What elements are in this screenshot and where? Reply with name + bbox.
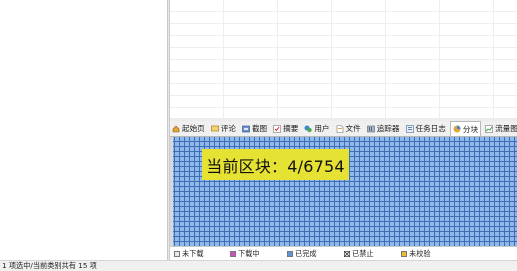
block-map[interactable]: 当前区块：4/6754	[170, 137, 517, 246]
tab-label: 追踪器	[376, 124, 400, 133]
tab-start-page[interactable]: 起始页	[170, 122, 207, 135]
user-icon	[304, 125, 313, 133]
legend-downloading: 下载中	[230, 249, 287, 259]
blocks-icon	[453, 125, 461, 133]
status-text: 1 项选中/当前类别共有 15 项	[2, 261, 97, 270]
legend-unverified: 未校验	[401, 249, 458, 259]
legend-swatch	[287, 251, 293, 257]
tab-summary[interactable]: 摘要	[271, 122, 300, 135]
status-bar: 1 项选中/当前类别共有 15 项	[0, 260, 517, 271]
screenshot-icon	[242, 125, 250, 133]
legend-completed: 已完成	[287, 249, 344, 259]
tab-screenshots[interactable]: 截图	[240, 122, 269, 135]
file-icon	[336, 124, 344, 133]
tab-label: 起始页	[182, 124, 205, 133]
task-list-grid[interactable]	[170, 0, 517, 119]
legend-label: 未下载	[182, 249, 204, 258]
legend-label: 已禁止	[352, 249, 374, 258]
tab-label: 截图	[251, 124, 268, 133]
comment-icon	[210, 125, 219, 133]
task-log-icon	[405, 124, 414, 133]
legend-label: 已完成	[295, 249, 317, 258]
tracker-icon	[366, 125, 375, 133]
tab-blocks[interactable]: 分块	[449, 121, 482, 136]
tab-task-log[interactable]: 任务日志	[404, 122, 448, 135]
tab-label: 摘要	[283, 124, 299, 133]
home-icon	[172, 125, 180, 133]
summary-icon	[273, 124, 281, 133]
tab-traffic-chart[interactable]: 流量图	[483, 122, 517, 135]
tab-label: 文件	[345, 124, 361, 133]
tab-trackers[interactable]: 追踪器	[365, 122, 402, 135]
legend-label: 下载中	[238, 249, 260, 258]
tab-files[interactable]: 文件	[334, 122, 363, 135]
tab-label: 用户	[314, 124, 330, 133]
legend-swatch	[401, 251, 407, 257]
traffic-chart-icon	[485, 124, 493, 133]
tab-label: 评论	[220, 124, 236, 133]
left-panel	[0, 0, 167, 260]
tab-label: 流量图	[495, 124, 517, 133]
legend-not-downloaded: 未下载	[174, 249, 230, 259]
tab-comments[interactable]: 评论	[209, 122, 238, 135]
current-block-label: 当前区块：4/6754	[202, 149, 349, 180]
right-panel: 起始页 评论 截图 摘要 用户 文件 追踪器 任务日志 分块 流量图 当前区块：…	[170, 0, 517, 261]
detail-tabbar: 起始页 评论 截图 摘要 用户 文件 追踪器 任务日志 分块 流量图	[170, 121, 517, 137]
tab-label: 任务日志	[415, 124, 446, 133]
legend-swatch	[174, 251, 180, 257]
legend-swatch	[230, 251, 236, 257]
tab-users[interactable]: 用户	[302, 122, 331, 135]
tab-label: 分块	[462, 124, 479, 134]
legend-label: 未校验	[409, 249, 431, 258]
legend-forbidden: 已禁止	[344, 249, 401, 259]
legend-swatch	[344, 251, 350, 257]
block-legend: 未下载 下载中 已完成 已禁止 未校验	[170, 246, 517, 261]
